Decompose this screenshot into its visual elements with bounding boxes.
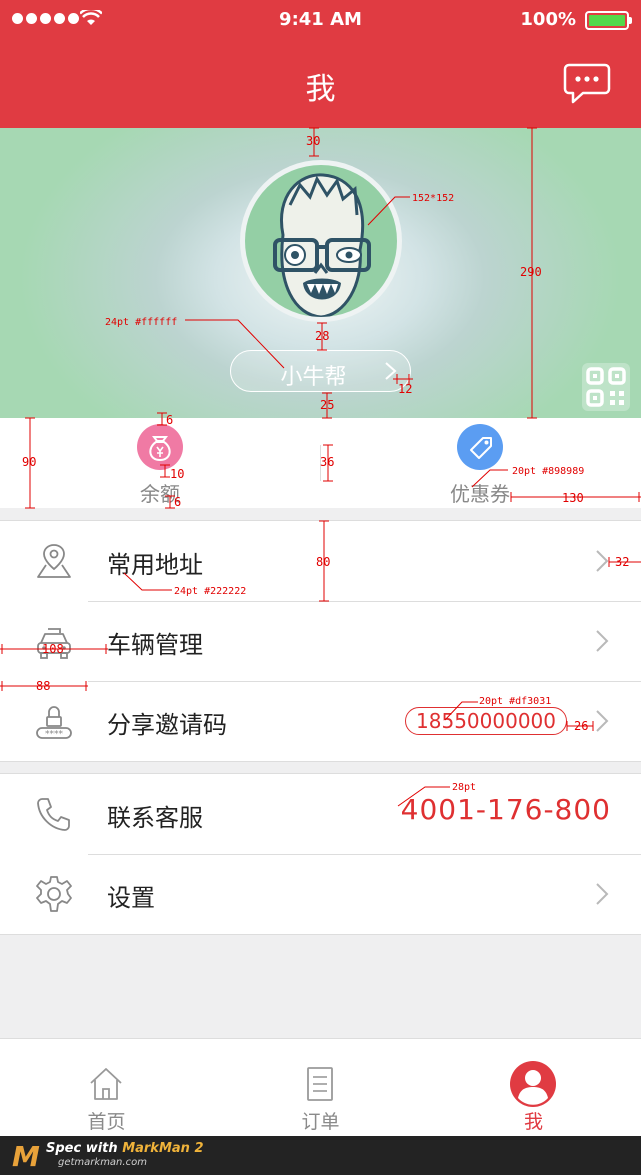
- address-label: 常用地址: [107, 551, 203, 579]
- qr-code-icon[interactable]: [582, 363, 630, 411]
- phone-icon: [37, 798, 70, 831]
- menu-row-address[interactable]: 常用地址: [0, 521, 641, 601]
- tab-bar: 首页 订单 我: [0, 1038, 641, 1136]
- tag-icon: [457, 424, 503, 470]
- status-bar: 9:41 AM 100%: [0, 0, 641, 40]
- lock-password-icon: ****: [36, 706, 72, 740]
- money-bag-icon: [137, 424, 183, 470]
- service-label: 联系客服: [107, 804, 203, 832]
- gear-icon: [36, 876, 72, 912]
- chevron-right-icon: [385, 362, 397, 380]
- tab-home[interactable]: 首页: [0, 1039, 213, 1137]
- message-icon[interactable]: [563, 62, 611, 106]
- tab-me-label: 我: [523, 1111, 543, 1133]
- balance-label: 余额: [140, 482, 180, 506]
- car-icon: [37, 628, 71, 659]
- tab-orders[interactable]: 订单: [214, 1039, 427, 1137]
- tab-home-label: 首页: [87, 1111, 126, 1133]
- user-icon: [510, 1061, 556, 1107]
- chevron-right-icon: [596, 550, 609, 572]
- chevron-right-icon: [596, 630, 609, 652]
- menu-row-service[interactable]: 联系客服 4001-176-800: [0, 774, 641, 854]
- service-phone[interactable]: 4001-176-800: [401, 793, 611, 826]
- username-button[interactable]: 小牛帮: [230, 350, 411, 392]
- tab-me[interactable]: 我: [427, 1039, 640, 1137]
- coupon-label: 优惠券: [450, 482, 510, 506]
- location-pin-icon: [37, 544, 71, 578]
- battery-icon: [585, 11, 632, 30]
- invite-code: 18550000000: [405, 707, 567, 735]
- home-icon: [90, 1068, 122, 1100]
- username: 小牛帮: [280, 365, 347, 390]
- tab-orders-label: 订单: [301, 1111, 340, 1133]
- vehicle-label: 车辆管理: [107, 631, 203, 659]
- page-title: 我: [305, 72, 336, 107]
- battery-percent: 100%: [520, 9, 576, 30]
- menu-group-2: 联系客服 4001-176-800 设置: [0, 773, 641, 935]
- coupon-item[interactable]: 优惠券: [420, 424, 540, 507]
- avatar-face-icon: [273, 173, 371, 317]
- chevron-right-icon: [596, 883, 609, 905]
- wallet-divider: [320, 445, 321, 481]
- nav-bar: 我: [0, 40, 641, 128]
- chevron-right-icon: [596, 710, 609, 732]
- menu-group-1: 常用地址 车辆管理 **** 分享邀请码 18550000000: [0, 520, 641, 762]
- balance-item[interactable]: 余额: [100, 424, 220, 507]
- markman-site: getmarkman.com: [58, 1157, 147, 1168]
- menu-row-settings[interactable]: 设置: [0, 854, 641, 934]
- markman-footer: M Spec with MarkMan 2 getmarkman.com: [0, 1136, 641, 1175]
- svg-text:****: ****: [45, 730, 64, 740]
- order-list-icon: [307, 1067, 333, 1101]
- menu-row-vehicle[interactable]: 车辆管理: [0, 601, 641, 681]
- invite-label: 分享邀请码: [107, 711, 227, 739]
- menu-row-invite[interactable]: **** 分享邀请码 18550000000: [0, 681, 641, 761]
- profile-header: 小牛帮: [0, 128, 641, 418]
- settings-label: 设置: [107, 884, 155, 912]
- wallet-section: 余额 优惠券: [0, 418, 641, 508]
- avatar[interactable]: [245, 165, 397, 317]
- markman-logo: M: [12, 1140, 40, 1173]
- markman-title: Spec with MarkMan 2: [46, 1141, 204, 1156]
